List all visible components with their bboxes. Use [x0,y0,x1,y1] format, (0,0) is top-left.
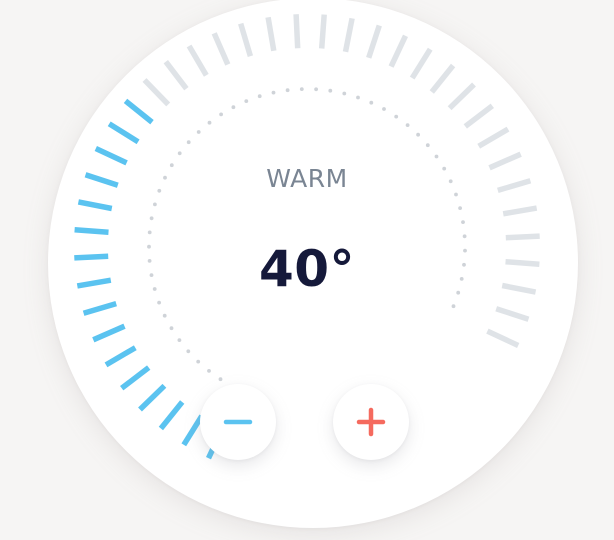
scale-tick [163,60,189,91]
scale-dot [454,192,458,197]
scale-dot [177,151,182,156]
scale-tick [265,16,277,52]
scale-dot [162,313,167,318]
scale-tick-active [120,365,151,391]
scale-dot [207,369,211,373]
scale-dot [196,359,201,364]
scale-tick [505,233,540,241]
scale-dot [458,206,462,211]
scale-dot [186,140,191,145]
scale-dot [218,377,223,382]
scale-tick [429,63,456,94]
scale-dot [169,326,174,331]
scale-dot [314,87,318,92]
scale-tick [502,205,538,217]
scale-dot [177,338,182,342]
scale-dot [342,91,347,96]
increase-temperature-button[interactable] [333,384,409,460]
scale-dot [271,90,276,95]
scale-tick [211,32,231,66]
scale-tick-active [123,98,154,125]
scale-tick [293,14,301,49]
scale-tick [495,306,530,322]
scale-dot [416,132,420,137]
scale-dot [207,120,212,125]
scale-tick-active [138,383,167,412]
scale-dot [451,304,456,309]
scale-dot [299,87,304,91]
scale-dot [257,94,262,99]
scale-dot [149,216,154,221]
scale-tick [318,14,327,49]
scale-dot [434,154,439,159]
scale-dot [461,220,465,225]
decrease-temperature-button[interactable] [200,384,276,460]
scale-dot [244,99,249,103]
scale-dot [231,105,236,110]
scale-dot [196,130,201,134]
scale-tick [409,47,433,80]
scale-tick [186,44,209,77]
scale-tick [463,103,494,129]
scale-dot [394,114,399,119]
scale-tick-active [107,121,140,145]
scale-tick-active [74,227,109,236]
scale-tick-active [104,345,137,368]
scale-tick [238,22,254,57]
mode-label: WARM [266,164,348,193]
scale-tick [388,34,408,68]
scale-tick [342,17,355,53]
scale-dot [382,107,386,111]
scale-tick-active [158,400,185,431]
scale-dot [153,202,157,207]
scale-tick-active [82,300,117,316]
temperature-readout: 40° [258,240,356,298]
scale-tick [477,126,510,149]
plus-icon [356,407,386,437]
scale-tick [447,82,476,111]
scale-dot [147,230,152,235]
scale-dot [328,88,333,93]
scale-dot [186,349,191,354]
scale-dot [219,112,224,117]
scale-tick [142,78,171,107]
scale-dot [157,300,162,305]
scale-tick-active [77,199,113,212]
scale-dot [425,143,430,148]
scale-dot [369,100,374,105]
scale-dot [285,88,290,93]
scale-dot [405,123,410,127]
scale-dot [356,95,360,100]
scale-dot [462,234,467,239]
scale-tick [486,328,520,348]
scale-tick [366,24,382,59]
scale-tick-active [94,146,128,166]
scale-tick-active [92,323,126,343]
minus-icon [223,419,253,425]
